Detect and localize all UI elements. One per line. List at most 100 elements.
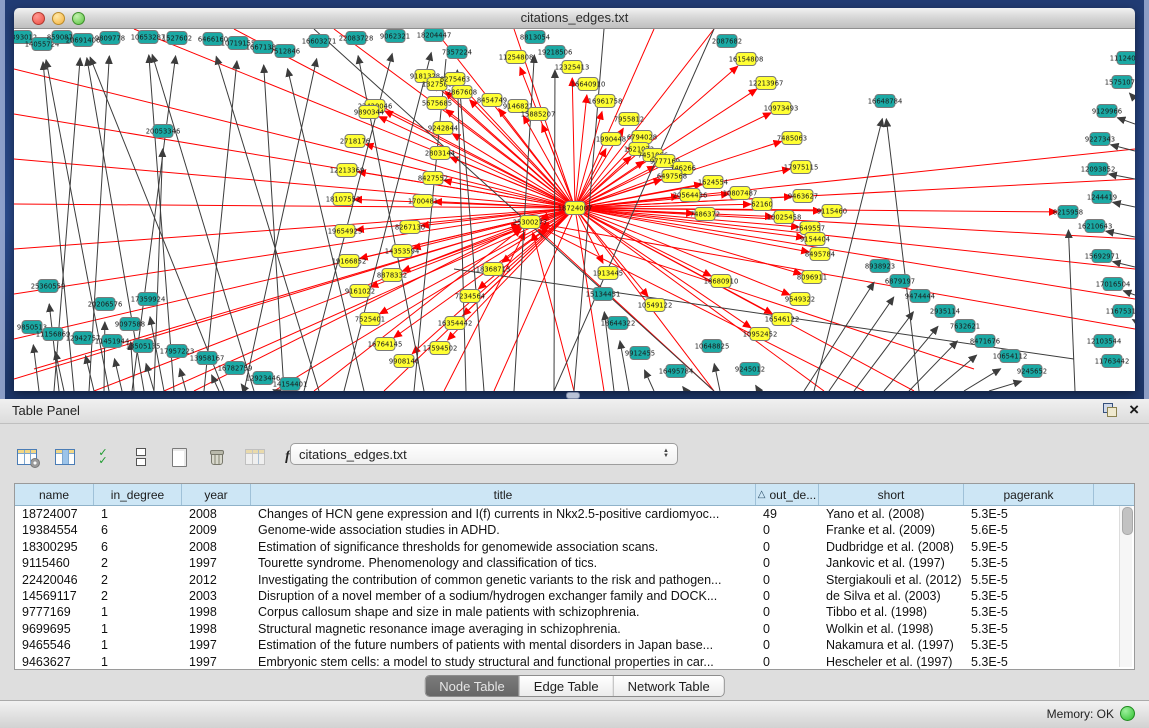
graph-node-5675685[interactable]: 5675685 <box>422 97 452 110</box>
graph-node-9227343[interactable]: 9227343 <box>1085 133 1115 146</box>
graph-node-7632621[interactable]: 7632621 <box>950 320 980 333</box>
graph-node-22083728[interactable]: 22083728 <box>339 32 374 45</box>
table-scrollbar-thumb[interactable] <box>1122 507 1133 535</box>
column-header-pagerank[interactable]: pagerank <box>964 484 1094 505</box>
graph-node-15692971[interactable]: 15692971 <box>1085 250 1120 263</box>
column-header-year[interactable]: year <box>182 484 251 505</box>
delete-entries-button[interactable] <box>204 444 230 470</box>
graph-node-12093852[interactable]: 12093852 <box>1081 163 1116 176</box>
graph-node-9154404[interactable]: 9154404 <box>800 233 830 246</box>
column-header-title[interactable]: title <box>251 484 756 505</box>
graph-node-16495784[interactable]: 16495784 <box>659 365 694 378</box>
network-window-titlebar[interactable]: citations_edges.txt <box>14 8 1135 29</box>
graph-node-10973493[interactable]: 10973493 <box>764 102 799 115</box>
network-view-canvas[interactable]: 9893012140557248590871206914069809778106… <box>14 29 1135 391</box>
graph-node-6794028[interactable]: 6794028 <box>627 131 657 144</box>
delete-table-button[interactable] <box>242 444 268 470</box>
graph-node-9245012[interactable]: 9245012 <box>735 363 765 376</box>
graph-node-17359924[interactable]: 17359924 <box>131 293 166 306</box>
graph-node-13958167[interactable]: 13958167 <box>190 352 225 365</box>
table-row[interactable]: 946362711997Embryonic stem cells: a mode… <box>15 654 1134 670</box>
graph-node-1244419[interactable]: 1244419 <box>1087 191 1117 204</box>
graph-node-9129966[interactable]: 9129966 <box>1092 105 1122 118</box>
graph-node-8495784[interactable]: 8495784 <box>805 248 835 261</box>
graph-node-19654925[interactable]: 19654925 <box>328 225 363 238</box>
tab-node-table[interactable]: Node Table <box>425 676 519 696</box>
graph-node-16154808[interactable]: 16154808 <box>729 53 764 66</box>
graph-node-10807487[interactable]: 10807487 <box>723 187 758 200</box>
graph-node-7525401[interactable]: 7525401 <box>355 313 385 326</box>
graph-node-16648784[interactable]: 16648784 <box>868 95 903 108</box>
graph-node-16354442[interactable]: 16354442 <box>438 317 473 330</box>
table-row[interactable]: 1938455462009Genome-wide association stu… <box>15 522 1134 538</box>
table-row[interactable]: 1830029562008Estimation of significance … <box>15 539 1134 555</box>
column-header-in_degree[interactable]: in_degree <box>94 484 182 505</box>
graph-node-7485063[interactable]: 7485063 <box>777 132 807 145</box>
graph-node-7955812[interactable]: 7955812 <box>614 113 644 126</box>
graph-node-15134451[interactable]: 15134451 <box>586 288 621 301</box>
graph-node-18204447[interactable]: 18204447 <box>417 29 452 42</box>
graph-node-9549322[interactable]: 9549322 <box>785 293 815 306</box>
graph-node-14353594[interactable]: 14353594 <box>385 245 420 258</box>
graph-node-2935114[interactable]: 2935114 <box>930 305 960 318</box>
graph-node-17975115[interactable]: 17975115 <box>784 161 819 174</box>
graph-node-17594502[interactable]: 17594502 <box>423 342 458 355</box>
graph-node-16782759[interactable]: 16782759 <box>218 362 253 375</box>
graph-node-10653287[interactable]: 10653287 <box>131 31 166 44</box>
graph-node-2087682[interactable]: 2087682 <box>712 35 742 48</box>
graph-node-20053346[interactable]: 20053346 <box>146 125 181 138</box>
graph-node-7234564[interactable]: 7234564 <box>455 290 485 303</box>
graph-node-7357224[interactable]: 7357224 <box>442 46 472 59</box>
graph-node-11254808[interactable]: 11254808 <box>499 51 534 64</box>
table-select-dropdown[interactable]: citations_edges.txt ▲▼ <box>290 443 678 465</box>
row-height-button[interactable] <box>128 444 154 470</box>
column-header-name[interactable]: name <box>15 484 94 505</box>
graph-node-9908140[interactable]: 9908140 <box>389 355 419 368</box>
graph-node-10648825[interactable]: 10648825 <box>695 340 730 353</box>
table-row[interactable]: 2242004622012Investigating the contribut… <box>15 572 1134 588</box>
graph-node-18680910[interactable]: 18680910 <box>704 275 739 288</box>
graph-node-16546122[interactable]: 16546122 <box>765 313 800 326</box>
graph-node-10952452[interactable]: 10952452 <box>743 328 778 341</box>
graph-node-16764145[interactable]: 16764145 <box>368 338 403 351</box>
graph-node-8471676[interactable]: 8471676 <box>970 335 1000 348</box>
graph-node-20564436[interactable]: 20564436 <box>673 189 708 202</box>
graph-node-16961758[interactable]: 16961758 <box>588 95 623 108</box>
graph-node-1624554[interactable]: 1624554 <box>698 176 728 189</box>
graph-node-15885207[interactable]: 15885207 <box>521 108 556 121</box>
graph-node-1990448[interactable]: 1990448 <box>596 133 626 146</box>
close-panel-icon[interactable]: × <box>1129 402 1139 418</box>
graph-node-9463627[interactable]: 9463627 <box>788 190 818 203</box>
graph-node-11763442[interactable]: 11763442 <box>1095 355 1130 368</box>
graph-node-8938923[interactable]: 8938923 <box>865 260 895 273</box>
graph-node-19218506[interactable]: 19218506 <box>538 46 573 59</box>
graph-node-7512846[interactable]: 7512846 <box>270 45 300 58</box>
column-header-short[interactable]: short <box>819 484 964 505</box>
graph-node-10025458[interactable]: 10025458 <box>767 211 802 224</box>
graph-node-62160[interactable]: 62160 <box>751 198 773 211</box>
graph-node-10654112[interactable]: 10654112 <box>993 350 1028 363</box>
graph-node-11675313[interactable]: 11675313 <box>1106 305 1135 318</box>
graph-node-9245652[interactable]: 9245652 <box>1017 365 1047 378</box>
graph-node-9161022[interactable]: 9161022 <box>345 285 375 298</box>
graph-node-18107552[interactable]: 18107552 <box>326 193 361 206</box>
graph-node-12213369[interactable]: 12213369 <box>330 164 365 177</box>
graph-node-2718176[interactable]: 2718176 <box>340 135 370 148</box>
graph-node-8096911[interactable]: 8096911 <box>797 271 827 284</box>
graph-node-9912455[interactable]: 9912455 <box>625 347 655 360</box>
graph-node-12213967[interactable]: 12213967 <box>749 77 784 90</box>
graph-node-9115460[interactable]: 9115460 <box>817 205 847 218</box>
graph-node-9474444[interactable]: 9474444 <box>905 290 935 303</box>
table-mode-button[interactable] <box>14 444 40 470</box>
float-window-icon[interactable] <box>1103 403 1117 417</box>
table-row[interactable]: 969969511998Structural magnetic resonanc… <box>15 621 1134 637</box>
graph-node-10549122[interactable]: 10549122 <box>638 299 673 312</box>
graph-node-17016504[interactable]: 17016504 <box>1096 278 1131 291</box>
column-header-out_de[interactable]: △out_de... <box>756 484 819 505</box>
table-row[interactable]: 1872400712008Changes of HCN gene express… <box>15 506 1134 522</box>
column-display-button[interactable] <box>52 444 78 470</box>
graph-node-16210643[interactable]: 16210643 <box>1078 220 1113 233</box>
graph-node-16640910[interactable]: 16640910 <box>571 78 606 91</box>
graph-node-9242844[interactable]: 9242844 <box>428 122 458 135</box>
new-table-button[interactable] <box>166 444 192 470</box>
